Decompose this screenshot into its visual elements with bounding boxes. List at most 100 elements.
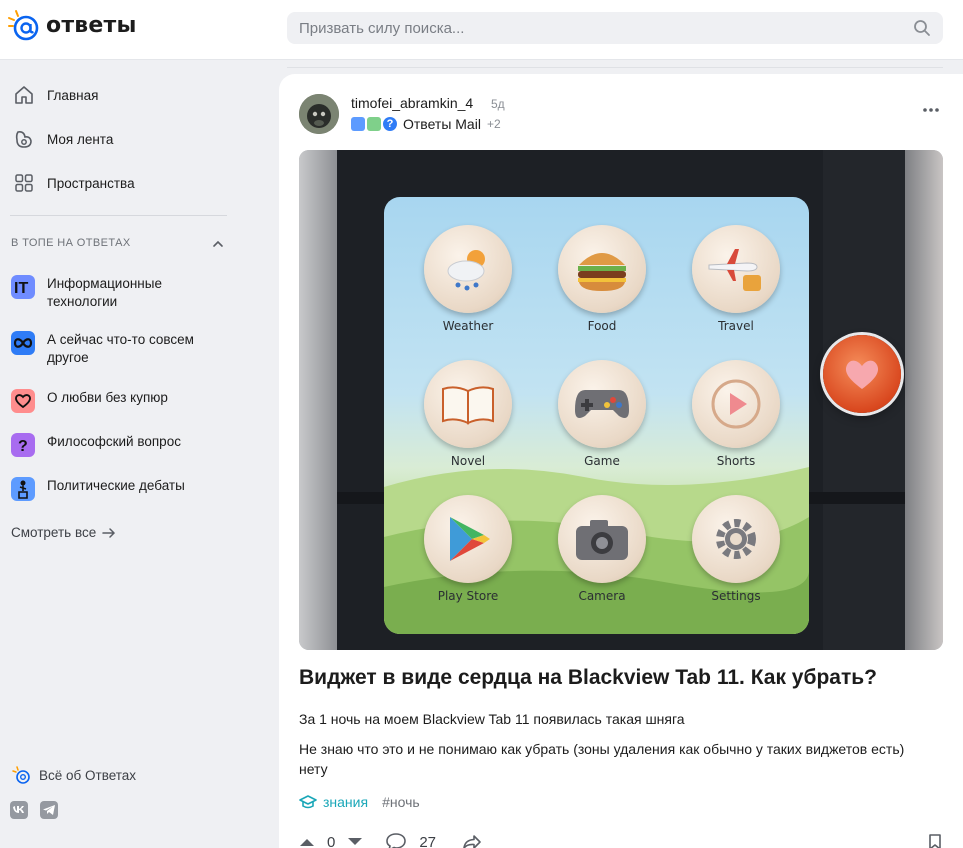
- app-travel: Travel: [686, 225, 786, 333]
- header: ответы: [0, 0, 963, 60]
- app-label: Settings: [711, 589, 761, 603]
- app-label: Weather: [442, 319, 494, 333]
- gear-icon: [692, 495, 780, 583]
- hashtag[interactable]: #ночь: [382, 794, 420, 810]
- topic-item-love[interactable]: О любви без купюр: [0, 389, 240, 413]
- search-bar[interactable]: [287, 12, 943, 44]
- gamepad-icon: [558, 360, 646, 448]
- sidebar-item-label: Моя лента: [47, 131, 114, 147]
- topic-label: Информационные технологии: [47, 276, 162, 309]
- arrow-right-icon: [102, 527, 116, 538]
- tag-knowledge[interactable]: знания: [299, 794, 368, 810]
- topic-label: А сейчас что-то совсем другое: [47, 332, 194, 365]
- post-tags: знания #ночь: [299, 794, 420, 810]
- logo-small-icon: [12, 766, 30, 784]
- post-image[interactable]: Weather Food Travel Novel Game Shorts Pl…: [299, 150, 943, 650]
- see-all-label: Смотреть все: [11, 525, 97, 540]
- camera-icon: [558, 495, 646, 583]
- share-icon[interactable]: [462, 834, 482, 848]
- app-label: Travel: [718, 319, 754, 333]
- app-food: Food: [552, 225, 652, 333]
- post-age: 5д: [491, 97, 505, 111]
- avatar[interactable]: [299, 94, 339, 134]
- topic-item-other[interactable]: А сейчас что-то совсем другое: [0, 331, 240, 367]
- sidebar-item-home[interactable]: Главная: [0, 75, 240, 115]
- comment-count: 27: [419, 833, 437, 848]
- app-widget: Weather Food Travel Novel Game Shorts Pl…: [384, 197, 809, 634]
- topic-item-philosophy[interactable]: ? Философский вопрос: [0, 433, 240, 457]
- feed-separator: [287, 62, 943, 68]
- post-card: timofei_abramkin_4 5д ? Ответы Mail +2 W…: [279, 74, 963, 848]
- it-icon: IT: [11, 275, 35, 299]
- vote-count: 0: [327, 833, 336, 848]
- spaces-icon: [12, 171, 36, 195]
- app-label: Game: [584, 454, 620, 468]
- chevron-up-icon[interactable]: [211, 237, 225, 251]
- section-title: В ТОПЕ НА ОТВЕТАХ: [11, 237, 131, 249]
- topic-label: О любви без купюр: [47, 390, 168, 405]
- author-name[interactable]: timofei_abramkin_4: [351, 95, 473, 111]
- post-text: За 1 ночь на моем Blackview Tab 11 появи…: [299, 711, 685, 727]
- app-label: Camera: [578, 589, 626, 603]
- about-link[interactable]: Всё об Ответах: [11, 765, 136, 785]
- book-icon: [424, 360, 512, 448]
- weather-icon: [424, 225, 512, 313]
- infinity-icon: [11, 331, 35, 355]
- space-name[interactable]: Ответы Mail: [403, 116, 481, 132]
- search-icon[interactable]: [913, 19, 931, 37]
- post-text: Не знаю что это и не понимаю как убрать …: [299, 741, 905, 777]
- post-title[interactable]: Виджет в виде сердца на Blackview Tab 11…: [299, 666, 939, 690]
- topic-item-politics[interactable]: Политические дебаты: [0, 477, 240, 501]
- image-blur-left: [299, 150, 337, 650]
- tag-label: знания: [323, 794, 369, 810]
- more-options-icon[interactable]: [921, 103, 941, 117]
- airplane-icon: [692, 225, 780, 313]
- sidebar-item-label: Главная: [47, 87, 99, 103]
- svg-text:IT: IT: [14, 280, 28, 296]
- sidebar-item-spaces[interactable]: Пространства: [0, 163, 240, 203]
- podium-icon: [11, 477, 35, 501]
- image-blur-right: [904, 150, 943, 650]
- upvote-icon[interactable]: [299, 837, 315, 847]
- see-all-link[interactable]: Смотреть все: [11, 525, 116, 540]
- app-label: Play Store: [437, 589, 499, 603]
- sidebar-item-feed[interactable]: Моя лента: [0, 119, 240, 159]
- telegram-icon[interactable]: [40, 801, 58, 819]
- topic-item-it[interactable]: IT Информационные технологии: [0, 275, 240, 311]
- more-spaces[interactable]: +2: [487, 117, 501, 131]
- app-label: Shorts: [716, 454, 756, 468]
- app-label: Novel: [450, 454, 486, 468]
- logo[interactable]: ответы: [6, 8, 137, 42]
- app-play-store: Play Store: [418, 495, 518, 603]
- post-spaces: ? Ответы Mail +2: [351, 116, 501, 132]
- bookmark-icon[interactable]: [928, 834, 942, 848]
- app-shorts: Shorts: [686, 360, 786, 468]
- question-icon: ?: [11, 433, 35, 457]
- vk-icon[interactable]: [10, 801, 28, 819]
- topic-label: Политические дебаты: [47, 478, 185, 493]
- search-input[interactable]: [287, 12, 943, 44]
- home-icon: [12, 83, 36, 107]
- about-label: Всё об Ответах: [39, 767, 137, 783]
- app-game: Game: [552, 360, 652, 468]
- question-icon: ?: [383, 117, 397, 131]
- comments-icon[interactable]: [385, 832, 407, 848]
- sport-icon: [367, 117, 381, 131]
- heart-icon: [11, 389, 35, 413]
- post-actions: 0 27: [299, 832, 482, 848]
- social-links: [10, 801, 58, 819]
- topic-label: Философский вопрос: [47, 434, 181, 449]
- app-settings: Settings: [686, 495, 786, 603]
- app-novel: Novel: [418, 360, 518, 468]
- app-camera: Camera: [552, 495, 652, 603]
- graduation-cap-icon: [299, 795, 317, 809]
- sidebar-divider: [10, 215, 227, 216]
- logo-text: ответы: [46, 12, 137, 38]
- burger-icon: [558, 225, 646, 313]
- sidebar: Главная Моя лента Пространства В ТОПЕ НА…: [0, 61, 279, 848]
- downvote-icon[interactable]: [347, 837, 363, 847]
- svg-text:?: ?: [18, 438, 28, 454]
- app-label: Food: [587, 319, 617, 333]
- sidebar-item-label: Пространства: [47, 175, 135, 191]
- podium-icon: [351, 117, 365, 131]
